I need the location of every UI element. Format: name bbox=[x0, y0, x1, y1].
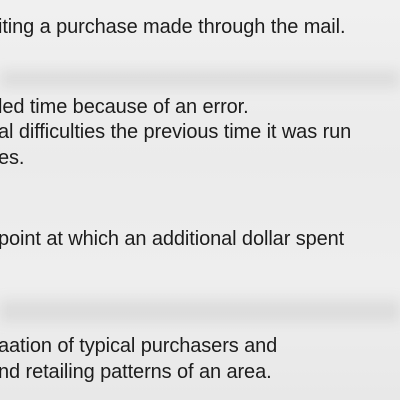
scanned-page: iting a purchase made through the mail. … bbox=[0, 0, 400, 400]
text-line: led time because of an error. bbox=[0, 96, 249, 118]
text-line: nd retailing patterns of an area. bbox=[0, 361, 272, 383]
text-line: aation of typical purchasers and bbox=[0, 335, 278, 357]
text-line: iting a purchase made through the mail. bbox=[0, 16, 346, 38]
scan-shadow bbox=[0, 300, 400, 322]
text-line: es. bbox=[0, 147, 25, 169]
text-line: point at which an additional dollar spen… bbox=[0, 228, 345, 250]
text-line: al difficulties the previous time it was… bbox=[0, 121, 352, 143]
scan-shadow bbox=[0, 70, 400, 88]
